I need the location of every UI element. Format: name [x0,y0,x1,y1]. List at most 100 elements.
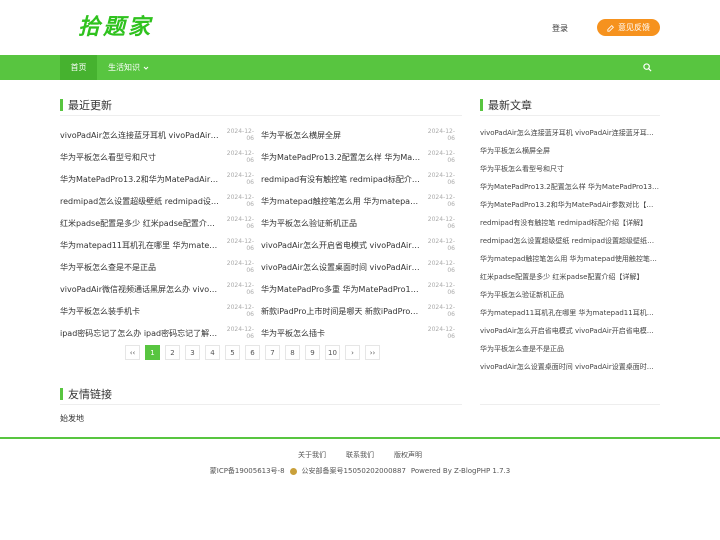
article-item: 华为平板怎么验证新机正品 2024-12-06 [261,216,462,230]
police-badge-icon [289,467,297,475]
latest-section-title: 最近更新 [60,97,112,113]
page-button[interactable]: 1 [145,345,160,360]
article-title-link[interactable]: 华为平板怎么验证新机正品 [261,218,421,229]
article-title-link[interactable]: 红米padse配置是多少 红米padse配置介绍【详解】 [60,218,220,229]
article-item: redmipad有没有触控笔 redmipad标配介绍【详解】 2024-12-0… [261,172,462,186]
table-row: 华为平板怎么查是不是正品 2024-12-06 vivoPadAir怎么设置桌面时间… [60,256,462,278]
page-button[interactable]: 9 [305,345,320,360]
article-title-link[interactable]: 华为平板怎么插卡 [261,328,421,339]
newest-article-link[interactable]: redmipad有没有触控笔 redmipad标配介绍【详解】 [480,218,660,228]
powered-by-link[interactable]: Powered By Z-BlogPHP 1.7.3 [411,467,510,475]
table-row: 华为matepad11耳机孔在哪里 华为matepad11耳机孔位置 2024-1… [60,234,462,256]
article-item: 华为平板怎么查是不是正品 2024-12-06 [60,260,261,274]
page-button[interactable]: 2 [165,345,180,360]
nav-item-home[interactable]: 首页 [60,55,97,80]
page-button[interactable]: 3 [185,345,200,360]
article-title-link[interactable]: redmipad怎么设置超级壁纸 redmipad设置超级壁纸 [60,196,220,207]
article-title-link[interactable]: 华为平板怎么横屏全屏 [261,130,421,141]
article-title-link[interactable]: vivoPadAir怎么设置桌面时间 vivoPadAir设置桌面时间 [261,262,421,273]
newest-article-link[interactable]: vivoPadAir怎么开启省电模式 vivoPadAir开启省电模式方法 [480,326,660,336]
footer-link-copyright[interactable]: 版权声明 [394,450,422,460]
article-title-link[interactable]: 华为matepad触控笔怎么用 华为matepad使用触控笔 [261,196,421,207]
title-accent-bar [480,99,483,111]
list-item[interactable]: 华为MatePadPro13.2和华为MatePadAir参数对比【详解】 [480,196,660,214]
table-row: vivoPadAir怎么连接蓝牙耳机 vivoPadAir连接蓝牙耳机 2024-… [60,124,462,146]
list-item[interactable]: 华为MatePadPro13.2配置怎么样 华为MatePadPro13.2配置 [480,178,660,196]
article-title-link[interactable]: redmipad有没有触控笔 redmipad标配介绍【详解】 [261,174,421,185]
list-item[interactable]: 华为matepad11耳机孔在哪里 华为matepad11耳机孔位置 [480,304,660,322]
newest-article-link[interactable]: 华为平板怎么横屏全屏 [480,146,660,156]
article-title-link[interactable]: vivoPadAir微信视频通话黑屏怎么办 vivoPadAir微信 [60,284,220,295]
page-button[interactable]: 5 [225,345,240,360]
article-title-link[interactable]: 华为MatePadPro13.2和华为MatePadAir参数对比 [60,174,220,185]
list-item[interactable]: 红米padse配置是多少 红米padse配置介绍【详解】 [480,268,660,286]
article-date: 2024-12-06 [427,150,455,164]
table-row: 红米padse配置是多少 红米padse配置介绍【详解】 2024-12-06 华为… [60,212,462,234]
article-title-link[interactable]: vivoPadAir怎么开启省电模式 vivoPadAir开启省电模式 [261,240,421,251]
footer-meta: 蒙ICP备19005613号-8 公安部备案号15050202000887 Po… [0,466,720,476]
latest-list: vivoPadAir怎么连接蓝牙耳机 vivoPadAir连接蓝牙耳机 2024-… [60,124,462,344]
list-item[interactable]: 华为平板怎么验证新机正品 [480,286,660,304]
newest-article-link[interactable]: 华为matepad11耳机孔在哪里 华为matepad11耳机孔位置 [480,308,660,318]
article-date: 2024-12-06 [226,150,254,164]
list-item[interactable]: vivoPadAir怎么连接蓝牙耳机 vivoPadAir连接蓝牙耳机方法 [480,124,660,142]
search-icon [642,63,652,72]
newest-article-link[interactable]: vivoPadAir怎么设置桌面时间 vivoPadAir设置桌面时间方法 [480,362,660,372]
next-page-button[interactable]: › [345,345,360,360]
table-row: 华为平板怎么装手机卡 2024-12-06 新款iPadPro上市时间是哪天 新款i… [60,300,462,322]
article-item: 华为平板怎么插卡 2024-12-06 [261,326,462,340]
article-item: vivoPadAir怎么连接蓝牙耳机 vivoPadAir连接蓝牙耳机 2024-… [60,128,261,142]
login-link[interactable]: 登录 [552,23,568,34]
page-button[interactable]: 8 [285,345,300,360]
article-title-link[interactable]: 华为matepad11耳机孔在哪里 华为matepad11耳机孔位置 [60,240,220,251]
list-item[interactable]: redmipad有没有触控笔 redmipad标配介绍【详解】 [480,214,660,232]
footer-links: 关于我们 联系我们 版权声明 [0,450,720,460]
nav-search-button[interactable] [640,55,654,80]
divider [480,404,660,405]
page-button[interactable]: 4 [205,345,220,360]
newest-article-link[interactable]: 华为MatePadPro13.2配置怎么样 华为MatePadPro13.2配置 [480,182,660,192]
last-page-button[interactable]: ›› [365,345,380,360]
first-page-button[interactable]: ‹‹ [125,345,140,360]
article-title-link[interactable]: vivoPadAir怎么连接蓝牙耳机 vivoPadAir连接蓝牙耳机 [60,130,220,141]
list-item[interactable]: vivoPadAir怎么开启省电模式 vivoPadAir开启省电模式方法 [480,322,660,340]
footer-link-about[interactable]: 关于我们 [298,450,326,460]
feedback-label: 意见反馈 [618,23,650,32]
divider [60,115,462,116]
site-logo[interactable]: 拾题家 [78,9,153,41]
nav-life-label: 生活知识 [108,63,140,72]
article-title-link[interactable]: 新款iPadPro上市时间是哪天 新款iPadPro上市时间 [261,306,421,317]
page-button[interactable]: 6 [245,345,260,360]
article-title-link[interactable]: 华为MatePadPro多重 华为MatePadPro13.2重量介绍 [261,284,421,295]
page-button[interactable]: 7 [265,345,280,360]
article-title-link[interactable]: ipad密码忘记了怎么办 ipad密码忘记了解决方法 [60,328,220,339]
article-title-link[interactable]: 华为平板怎么装手机卡 [60,306,220,317]
article-date: 2024-12-06 [226,216,254,230]
newest-article-link[interactable]: redmipad怎么设置超级壁纸 redmipad设置超级壁纸方法 [480,236,660,246]
list-item[interactable]: 华为平板怎么看型号和尺寸 [480,160,660,178]
feedback-button[interactable]: 意见反馈 [597,19,660,36]
article-date: 2024-12-06 [427,194,455,208]
newest-article-link[interactable]: 红米padse配置是多少 红米padse配置介绍【详解】 [480,272,660,282]
article-title-link[interactable]: 华为MatePadPro13.2配置怎么样 华为MatePadPro13.2 [261,152,421,163]
list-item[interactable]: 华为平板怎么查是不是正品 [480,340,660,358]
police-record-link[interactable]: 公安部备案号15050202000887 [302,466,406,476]
nav-item-life[interactable]: 生活知识 [108,55,149,80]
friend-link[interactable]: 始发地 [60,413,84,424]
article-title-link[interactable]: 华为平板怎么看型号和尺寸 [60,152,220,163]
article-title-link[interactable]: 华为平板怎么查是不是正品 [60,262,220,273]
newest-article-link[interactable]: 华为平板怎么看型号和尺寸 [480,164,660,174]
latest-title-text: 最近更新 [68,99,112,112]
newest-article-link[interactable]: 华为平板怎么查是不是正品 [480,344,660,354]
list-item[interactable]: 华为平板怎么横屏全屏 [480,142,660,160]
list-item[interactable]: vivoPadAir怎么设置桌面时间 vivoPadAir设置桌面时间方法 [480,358,660,376]
icp-link[interactable]: 蒙ICP备19005613号-8 [210,466,285,476]
page-button[interactable]: 10 [325,345,340,360]
newest-article-link[interactable]: 华为MatePadPro13.2和华为MatePadAir参数对比【详解】 [480,200,660,210]
newest-article-link[interactable]: 华为平板怎么验证新机正品 [480,290,660,300]
footer-link-contact[interactable]: 联系我们 [346,450,374,460]
list-item[interactable]: redmipad怎么设置超级壁纸 redmipad设置超级壁纸方法 [480,232,660,250]
list-item[interactable]: 华为matepad触控笔怎么用 华为matepad使用触控笔方法 [480,250,660,268]
newest-article-link[interactable]: vivoPadAir怎么连接蓝牙耳机 vivoPadAir连接蓝牙耳机方法 [480,128,660,138]
newest-article-link[interactable]: 华为matepad触控笔怎么用 华为matepad使用触控笔方法 [480,254,660,264]
